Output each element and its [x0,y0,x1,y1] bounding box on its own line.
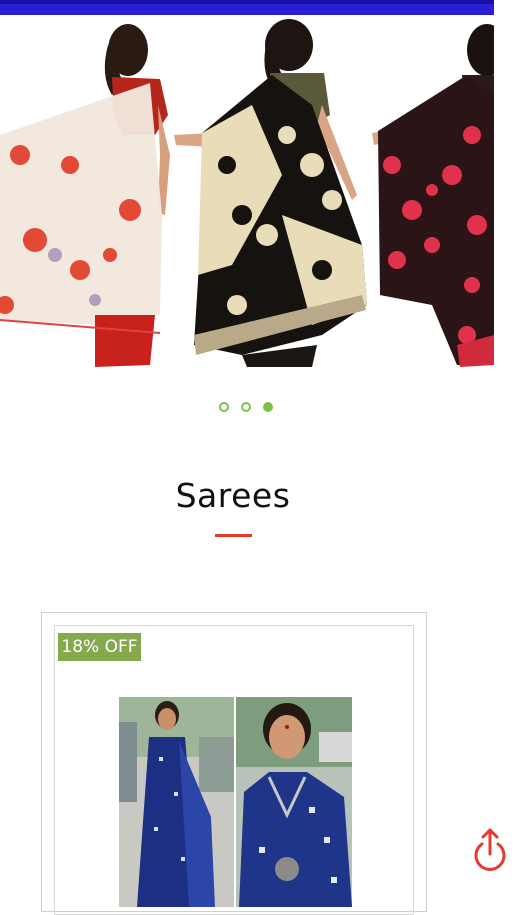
title-underline [215,534,252,537]
top-status-bar [0,0,494,15]
saree-image-black-beige[interactable] [172,15,372,375]
saree-image-red-black-floral[interactable] [372,15,494,375]
share-icon [474,828,506,871]
carousel-indicator [0,402,494,418]
section-title: Sarees [175,476,291,515]
share-button[interactable] [470,824,510,872]
product-card[interactable]: 18% OFF [41,612,427,915]
banner-carousel[interactable] [0,15,494,375]
carousel-dot-2[interactable] [240,402,251,412]
saree-product-image[interactable] [119,697,352,907]
discount-badge: 18% OFF [58,633,141,661]
carousel-dot-1[interactable] [218,402,229,412]
carousel-dot-3-active[interactable] [262,402,273,412]
saree-image-white-floral[interactable] [0,15,170,375]
